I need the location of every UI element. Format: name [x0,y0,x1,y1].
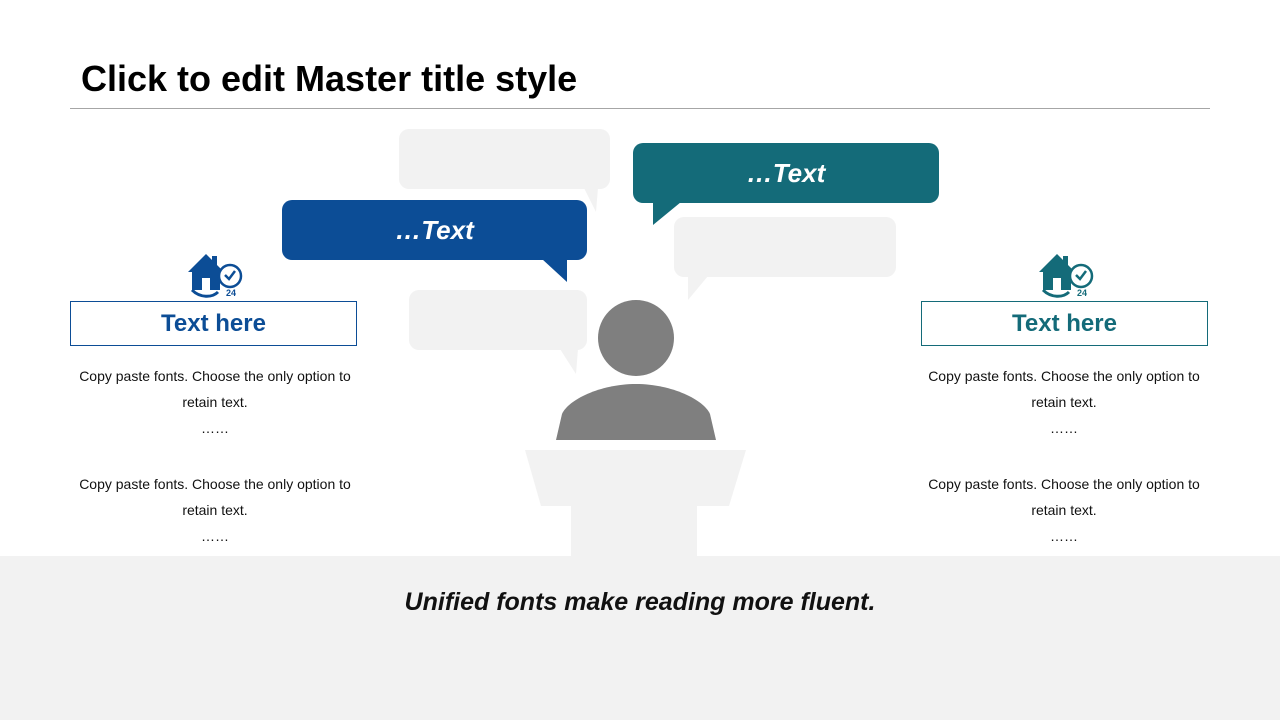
left-paragraph-2-ellipsis: …… [201,528,229,544]
teal-bubble-label: …Text [746,158,826,188]
right-paragraph-2: Copy paste fonts. Choose the only option… [919,471,1209,549]
left-paragraph-2: Copy paste fonts. Choose the only option… [70,471,360,549]
lectern [525,450,746,556]
right-paragraph-1-ellipsis: …… [1050,420,1078,436]
right-paragraph-1: Copy paste fonts. Choose the only option… [919,363,1209,441]
right-paragraph-2-ellipsis: …… [1050,528,1078,544]
left-paragraph-1-text: Copy paste fonts. Choose the only option… [79,368,351,410]
svg-text:24: 24 [1077,288,1087,298]
placeholder-bubble-right [674,217,896,300]
left-paragraph-1: Copy paste fonts. Choose the only option… [70,363,360,441]
left-paragraph-1-ellipsis: …… [201,420,229,436]
footer-tagline: Unified fonts make reading more fluent. [404,588,876,616]
right-paragraph-1-text: Copy paste fonts. Choose the only option… [928,368,1200,410]
placeholder-bubble-lower-left [409,290,587,374]
placeholder-bubble-top [399,129,610,212]
right-heading-box: Text here [921,301,1208,346]
home-24-hours-icon: 24 [188,254,243,298]
svg-text:24: 24 [226,288,236,298]
home-24-hours-icon: 24 [1039,254,1094,298]
left-paragraph-2-text: Copy paste fonts. Choose the only option… [79,476,351,518]
blue-bubble-label: …Text [395,215,474,245]
left-heading-box: Text here [70,301,357,346]
right-paragraph-2-text: Copy paste fonts. Choose the only option… [928,476,1200,518]
